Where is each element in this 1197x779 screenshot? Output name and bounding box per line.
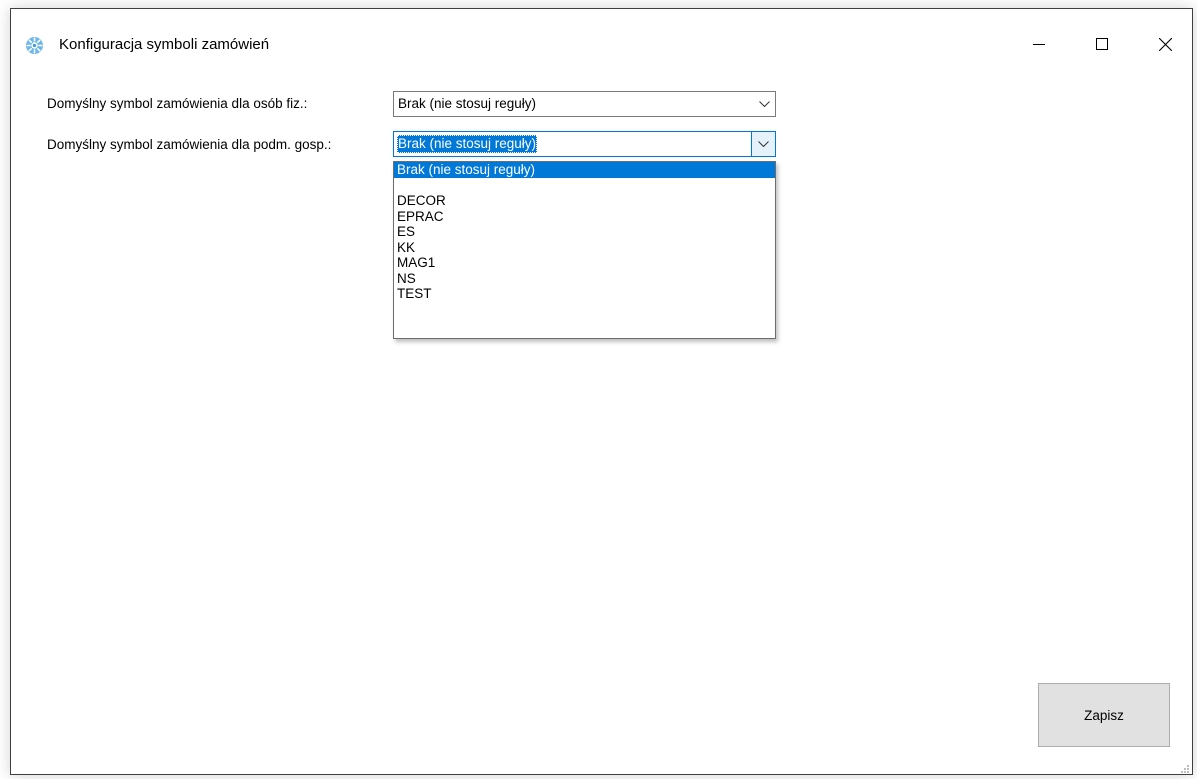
maximize-icon (1096, 38, 1108, 50)
label-individuals-symbol: Domyślny symbol zamówienia dla osób fiz.… (47, 96, 308, 111)
dropdown-option[interactable] (394, 178, 775, 194)
close-button[interactable] (1142, 29, 1188, 59)
gear-icon (25, 36, 44, 55)
close-icon (1158, 37, 1172, 51)
select-businesses-symbol[interactable]: Brak (nie stosuj reguły) (393, 131, 776, 157)
dropdown-list: Brak (nie stosuj reguły) DECOR EPRAC ES … (393, 161, 776, 339)
minimize-button[interactable] (1016, 29, 1062, 59)
dropdown-option[interactable]: NS (394, 271, 775, 287)
dropdown-option[interactable]: DECOR (394, 193, 775, 209)
window-title: Konfiguracja symboli zamówień (59, 36, 270, 53)
dropdown-option[interactable]: Brak (nie stosuj reguły) (394, 162, 775, 178)
dropdown-option[interactable]: TEST (394, 286, 775, 302)
dialog-window: Konfiguracja symboli zamówień Domyślny s… (10, 8, 1193, 775)
select-individuals-value: Brak (nie stosuj reguły) (398, 96, 537, 111)
chevron-down-icon[interactable] (753, 92, 775, 116)
select-individuals-symbol[interactable]: Brak (nie stosuj reguły) (393, 91, 776, 117)
dropdown-option[interactable]: ES (394, 224, 775, 240)
minimize-icon (1033, 38, 1045, 50)
chevron-down-icon[interactable] (751, 132, 775, 156)
dropdown-option[interactable]: KK (394, 240, 775, 256)
save-button[interactable]: Zapisz (1038, 683, 1170, 747)
dropdown-option[interactable]: EPRAC (394, 209, 775, 225)
select-businesses-value: Brak (nie stosuj reguły) (397, 135, 538, 153)
maximize-button[interactable] (1079, 29, 1125, 59)
dropdown-option[interactable]: MAG1 (394, 255, 775, 271)
label-businesses-symbol: Domyślny symbol zamówienia dla podm. gos… (47, 137, 332, 152)
resize-grip-icon[interactable] (1180, 762, 1190, 773)
title-bar[interactable]: Konfiguracja symboli zamówień (11, 9, 1192, 81)
